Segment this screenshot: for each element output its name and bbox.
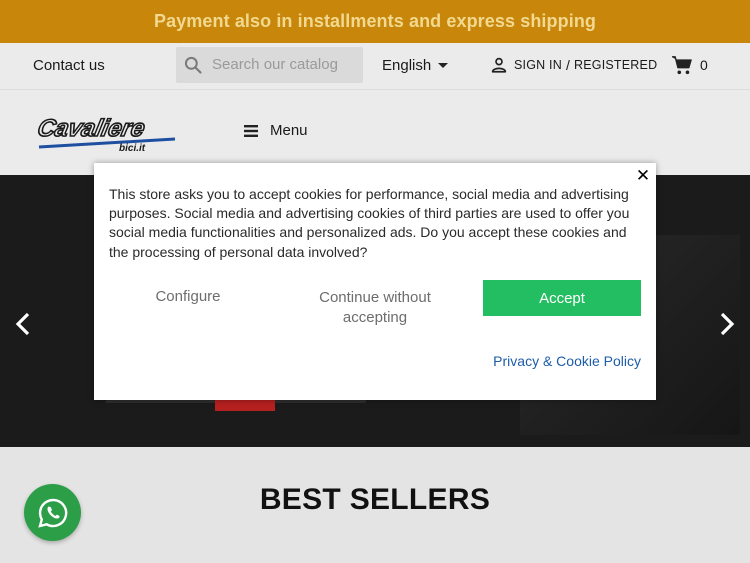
chevron-left-icon[interactable] [13, 311, 33, 337]
cart-icon [672, 56, 692, 75]
section-title: BEST SELLERS [259, 483, 491, 516]
sign-in-label[interactable]: SIGN IN [514, 58, 562, 72]
logo[interactable]: Cavaliere bici.it [35, 114, 180, 154]
configure-button[interactable]: Configure [134, 288, 242, 305]
search-input[interactable] [212, 56, 357, 73]
search-box[interactable] [176, 47, 363, 83]
best-sellers-section: BEST SELLERS [0, 447, 750, 563]
contact-us-link[interactable]: Contact us [33, 57, 105, 74]
menu-label: Menu [270, 122, 308, 139]
hamburger-icon [244, 124, 258, 137]
whatsapp-icon [37, 498, 67, 528]
svg-text:Cavaliere: Cavaliere [35, 115, 147, 142]
privacy-cookie-policy-link[interactable]: Privacy & Cookie Policy [454, 353, 641, 369]
sign-in-link[interactable]: SIGN IN / REGISTERED [490, 56, 657, 74]
menu-button[interactable]: Menu [244, 122, 308, 139]
language-select[interactable]: English [382, 57, 449, 74]
language-label: English [382, 57, 432, 74]
cookie-message: This store asks you to accept cookies fo… [109, 186, 630, 260]
register-label[interactable]: REGISTERED [574, 58, 657, 72]
promo-text: Payment also in installments and express… [153, 11, 597, 31]
cookie-consent-modal: ✕ This store asks you to accept cookies … [94, 163, 656, 400]
cart-count: 0 [700, 57, 708, 73]
separator: / [565, 57, 571, 73]
cart-button[interactable]: 0 [671, 55, 708, 75]
chevron-right-icon[interactable] [717, 311, 737, 337]
promo-bar: Payment also in installments and express… [0, 0, 750, 43]
close-icon[interactable]: ✕ [635, 167, 651, 185]
whatsapp-button[interactable] [24, 484, 81, 541]
svg-text:bici.it: bici.it [119, 143, 146, 154]
search-icon[interactable] [183, 55, 203, 75]
chevron-down-icon [438, 63, 449, 68]
continue-without-accepting-button[interactable]: Continue without accepting [304, 288, 446, 328]
user-icon [491, 57, 507, 73]
accept-button[interactable]: Accept [483, 280, 641, 316]
top-nav: Contact us English SIGN IN / REGISTERED … [0, 43, 750, 89]
